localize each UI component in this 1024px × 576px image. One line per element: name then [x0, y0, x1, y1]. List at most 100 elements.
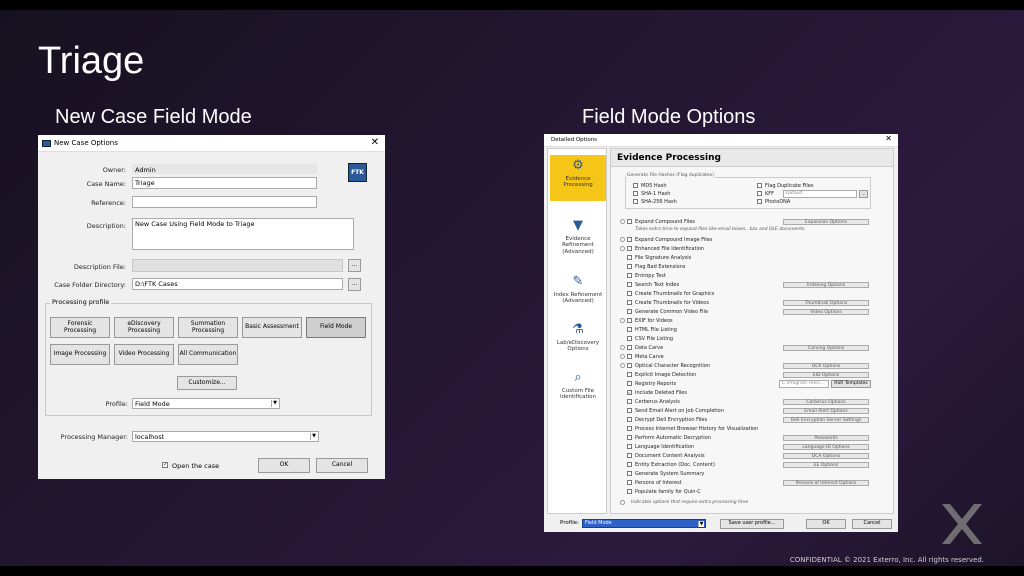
option-email-alert[interactable]: Send Email Alert on Job Completion: [627, 408, 724, 414]
close-icon[interactable]: ✕: [885, 134, 892, 143]
description-file-browse-button[interactable]: ...: [348, 259, 361, 272]
thumbnail-options-button[interactable]: Thumbnail Options: [783, 300, 869, 306]
option-common-video-file[interactable]: Generate Common Video File: [627, 309, 708, 315]
expansion-options-button[interactable]: Expansion Options: [783, 219, 869, 225]
hash-sha1-option[interactable]: SHA-1 Hash: [633, 191, 670, 197]
profile-ediscovery-processing-button[interactable]: eDiscovery Processing: [114, 317, 174, 338]
option-thumbnails-videos[interactable]: Create Thumbnails for Videos: [627, 300, 709, 306]
option-document-content-analysis[interactable]: Document Content Analysis: [627, 453, 705, 459]
email-alert-options-button[interactable]: Email Alert Options: [783, 408, 869, 414]
option-expand-compound-files[interactable]: Expand Compound Files: [627, 219, 695, 225]
option-enhanced-file-identification[interactable]: Enhanced File Identification: [627, 246, 704, 252]
persons-of-interest-options-button[interactable]: Persons of Interest Options: [783, 480, 869, 486]
profile-select[interactable]: Field Mode ▼: [582, 519, 706, 528]
option-ocr[interactable]: Optical Character Recognition: [627, 363, 710, 369]
option-decrypt-dell[interactable]: Decrypt Dell Encryption Files: [627, 417, 707, 423]
sidebar-item-evidence-refinement[interactable]: ▼ Evidence Refinement (Advanced): [550, 215, 606, 261]
option-entity-extraction[interactable]: Entity Extraction (Doc. Content): [627, 462, 715, 468]
hash-md5-option[interactable]: MD5 Hash: [633, 183, 667, 189]
processing-profile-label: Processing profile: [50, 298, 112, 306]
checkbox[interactable]: [757, 183, 762, 188]
dca-options-button[interactable]: DCA Options: [783, 453, 869, 459]
open-case-checkbox[interactable]: ✓: [162, 462, 168, 468]
option-language-identification[interactable]: Language Identification: [627, 444, 694, 450]
description-input[interactable]: New Case Using Field Mode to Triage: [132, 218, 354, 250]
option-persons-of-interest[interactable]: Persons of Interest: [627, 480, 682, 486]
profile-summation-processing-button[interactable]: Summation Processing: [178, 317, 238, 338]
processing-manager-select[interactable]: localhost ▼: [132, 431, 319, 442]
profile-field-mode-button[interactable]: Field Mode: [306, 317, 366, 338]
option-explicit-image-detection[interactable]: Explicit Image Detection: [627, 372, 696, 378]
kff-select[interactable]: Default: [783, 190, 857, 198]
profile-select[interactable]: Field Mode ▼: [132, 398, 280, 409]
language-id-options-button[interactable]: Language ID Options: [783, 444, 869, 450]
profile-image-processing-button[interactable]: Image Processing: [50, 344, 110, 365]
save-user-profile-button[interactable]: Save user profile...: [720, 519, 784, 529]
extra-time-radio: [620, 318, 625, 323]
customize-button[interactable]: Customize...: [177, 376, 237, 390]
option-registry-reports[interactable]: Registry Reports: [627, 381, 676, 387]
option-flag-bad-extensions[interactable]: Flag Bad Extensions: [627, 264, 686, 270]
sidebar-item-index-refinement[interactable]: ✎ Index Refinement (Advanced): [550, 271, 606, 311]
kff-browse-button[interactable]: ...: [859, 190, 868, 198]
option-csv-file-listing[interactable]: CSV File Listing: [627, 336, 673, 342]
option-populate-quin-c[interactable]: Populate family for Quin-C: [627, 489, 701, 495]
ok-button[interactable]: OK: [806, 519, 846, 529]
exterro-logo-icon: [942, 504, 982, 544]
option-expand-compound-image-files[interactable]: Expand Compound Image Files: [627, 237, 712, 243]
checkbox[interactable]: [633, 199, 638, 204]
eid-options-button[interactable]: EID Options: [783, 372, 869, 378]
option-entropy-test[interactable]: Entropy Test: [627, 273, 666, 279]
checkbox[interactable]: [633, 191, 638, 196]
description-file-input[interactable]: [132, 259, 343, 272]
checkbox[interactable]: [757, 199, 762, 204]
video-options-button[interactable]: Video Options: [783, 309, 869, 315]
option-search-text-index[interactable]: Search Text Index: [627, 282, 679, 288]
chevron-down-icon: ▼: [271, 400, 278, 407]
profile-all-communication-button[interactable]: All Communication: [178, 344, 238, 365]
case-folder-input[interactable]: D:\FTK Cases: [132, 278, 343, 290]
sidebar-item-evidence-processing[interactable]: ⚙ Evidence Processing: [550, 155, 606, 201]
ee-options-button[interactable]: EE Options: [783, 462, 869, 468]
profile-basic-assessment-button[interactable]: Basic Assessment: [242, 317, 302, 338]
carving-options-button[interactable]: Carving Options: [783, 345, 869, 351]
extra-time-radio: [620, 246, 625, 251]
ocr-options-button[interactable]: OCR Options: [783, 363, 869, 369]
checkbox[interactable]: [633, 183, 638, 188]
option-meta-carve[interactable]: Meta Carve: [627, 354, 664, 360]
hash-sha256-option[interactable]: SHA-256 Hash: [633, 199, 677, 205]
extra-time-legend-radio: [620, 500, 625, 505]
flag-duplicate-files-option[interactable]: Flag Duplicate Files: [757, 183, 813, 189]
kff-option[interactable]: KFF: [757, 191, 774, 197]
cancel-button[interactable]: Cancel: [852, 519, 892, 529]
close-icon[interactable]: ✕: [371, 137, 379, 148]
reference-input[interactable]: [132, 196, 317, 208]
passwords-button[interactable]: Passwords: [783, 435, 869, 441]
profile-forensic-processing-button[interactable]: Forensic Processing: [50, 317, 110, 338]
rsr-templates-button[interactable]: RSR Templates: [831, 380, 871, 388]
cerberus-options-button[interactable]: Cerberus Options: [783, 399, 869, 405]
option-cerberus-analysis[interactable]: Cerberus Analysis: [627, 399, 680, 405]
option-include-deleted-files[interactable]: ✓ Include Deleted Files: [627, 390, 687, 396]
ftk-logo: FTK: [348, 163, 367, 182]
indexing-options-button[interactable]: Indexing Options: [783, 282, 869, 288]
option-data-carve[interactable]: Data Carve: [627, 345, 663, 351]
sidebar-item-custom-file-identification[interactable]: ⌕ Custom File Identification: [550, 367, 606, 407]
option-exif-videos[interactable]: EXIF for Videos: [627, 318, 673, 324]
checkbox[interactable]: [757, 191, 762, 196]
option-browser-history[interactable]: Process Internet Browser History for Vis…: [627, 426, 758, 432]
case-folder-browse-button[interactable]: ...: [348, 278, 361, 291]
sidebar-item-lab-ediscovery[interactable]: ⚗ Lab/eDiscovery Options: [550, 319, 606, 359]
option-system-summary[interactable]: Generate System Summary: [627, 471, 704, 477]
option-automatic-decryption[interactable]: Perform Automatic Decryption: [627, 435, 711, 441]
case-name-input[interactable]: Triage: [132, 177, 317, 189]
registry-path-field[interactable]: C:\Program Files\...: [779, 380, 829, 388]
photodna-option[interactable]: PhotoDNA: [757, 199, 790, 205]
profile-video-processing-button[interactable]: Video Processing: [114, 344, 174, 365]
ok-button[interactable]: OK: [258, 458, 310, 473]
dell-encryption-settings-button[interactable]: Dell Encryption Server Settings: [783, 417, 869, 423]
option-html-file-listing[interactable]: HTML File Listing: [627, 327, 677, 333]
option-thumbnails-graphics[interactable]: Create Thumbnails for Graphics: [627, 291, 714, 297]
option-file-signature-analysis[interactable]: File Signature Analysis: [627, 255, 691, 261]
cancel-button[interactable]: Cancel: [316, 458, 368, 473]
